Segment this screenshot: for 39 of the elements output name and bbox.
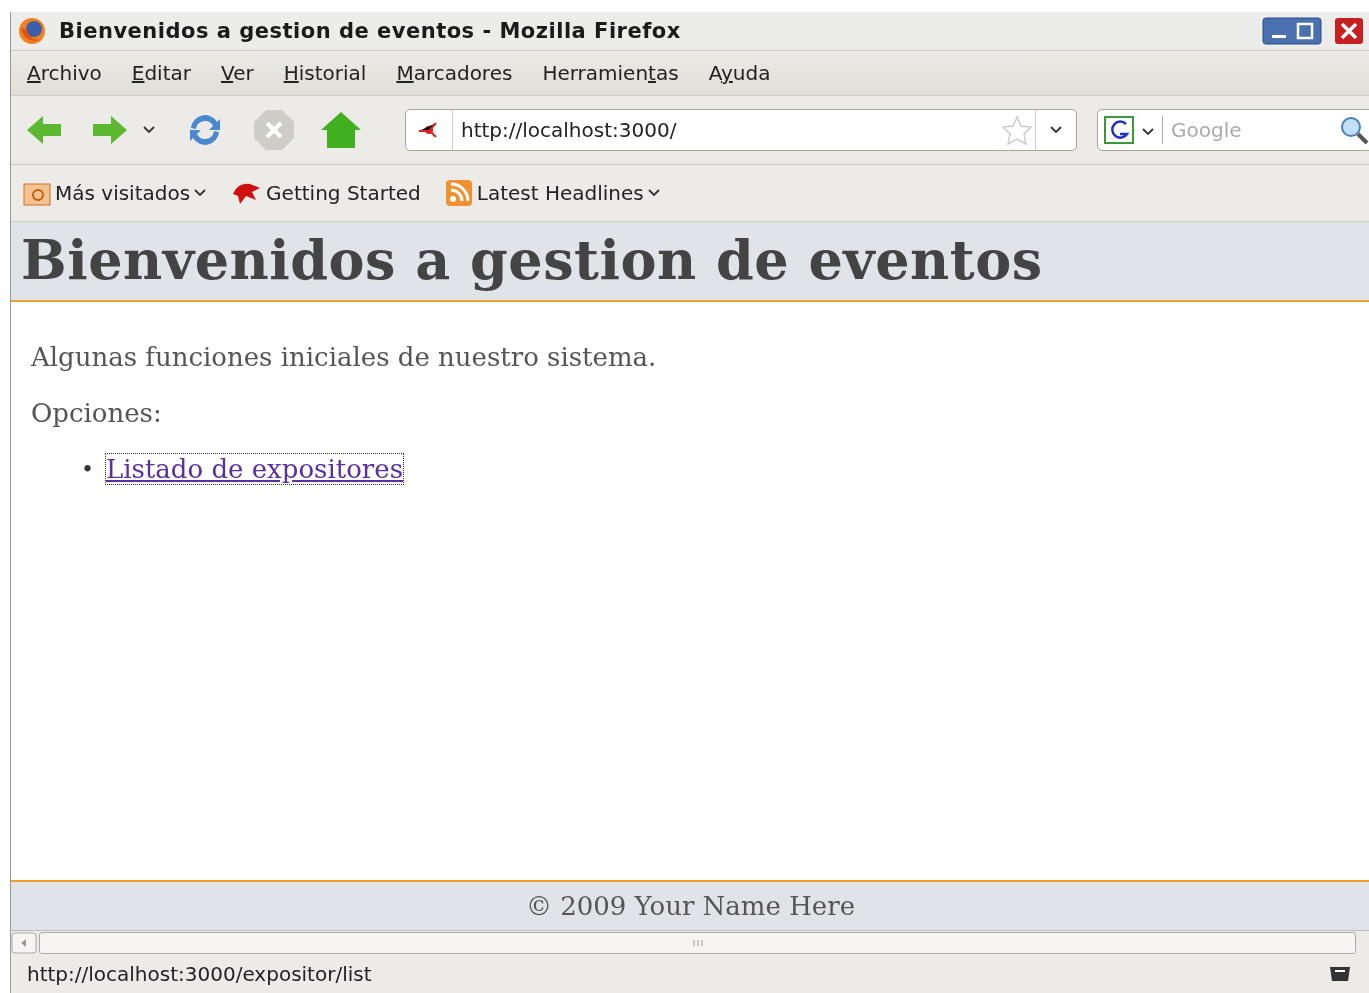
minimize-maximize-icon[interactable]: [1262, 17, 1322, 45]
menu-item[interactable]: Ayuda: [708, 61, 771, 85]
folder-icon: [23, 180, 51, 206]
horizontal-scrollbar[interactable]: [39, 932, 1356, 954]
search-icon[interactable]: [1339, 115, 1369, 145]
page-heading: Bienvenidos a gestion de eventos: [21, 228, 1044, 292]
firefox-logo-icon: [17, 16, 47, 46]
list-bullet: •: [81, 456, 94, 482]
home-icon[interactable]: [319, 110, 363, 150]
menu-item[interactable]: Editar: [131, 61, 191, 85]
menu-item[interactable]: Historial: [283, 61, 367, 85]
caret-icon: [647, 189, 660, 197]
scroll-left-icon[interactable]: [11, 932, 37, 954]
status-text: http://localhost:3000/expositor/list: [27, 962, 372, 986]
bookmark-link[interactable]: Latest Headlines: [476, 181, 644, 205]
caret-icon: [1050, 126, 1062, 134]
bookmark-link[interactable]: Más visitados: [55, 181, 191, 205]
caret-icon: [1142, 127, 1154, 136]
bookmark-link[interactable]: Getting Started: [266, 181, 421, 205]
window-title: Bienvenidos a gestion de eventos - Mozilla Firefox: [59, 19, 682, 43]
star-icon[interactable]: [999, 114, 1035, 146]
stop-icon[interactable]: [253, 109, 295, 151]
forward-arrow-icon[interactable]: [91, 113, 129, 147]
menu-item[interactable]: Archivo: [27, 61, 102, 85]
list-link[interactable]: Listado de expositores: [106, 454, 403, 484]
menu-item[interactable]: Marcadores: [396, 61, 513, 85]
intro-text: Algunas funciones iniciales de nuestro sistema.: [31, 342, 658, 372]
menu-item[interactable]: Herramientas: [542, 61, 679, 85]
search-engine-icon[interactable]: [1104, 116, 1134, 144]
back-arrow-icon[interactable]: [25, 113, 63, 147]
caret-icon: [143, 126, 155, 134]
menu-item[interactable]: Ver: [221, 61, 254, 85]
close-icon[interactable]: [1334, 17, 1364, 45]
grip-icon: [691, 938, 704, 948]
address-field[interactable]: http://localhost:3000/: [405, 109, 1077, 151]
footer-text: © 2009 Your Name Here: [525, 891, 856, 921]
rss-icon: [444, 179, 473, 207]
caret-icon: [194, 189, 207, 197]
options-label: Opciones:: [31, 398, 163, 428]
